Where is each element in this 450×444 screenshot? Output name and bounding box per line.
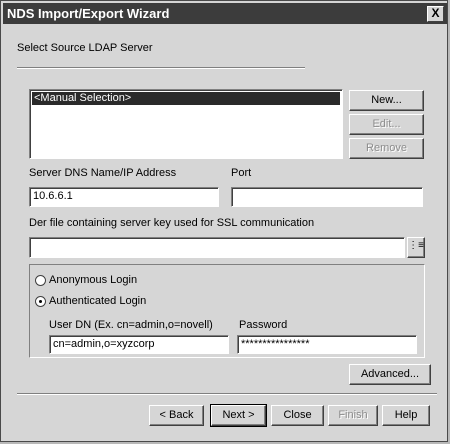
help-button[interactable]: Help (382, 405, 430, 426)
user-dn-input[interactable]: cn=admin,o=xyzcorp (49, 335, 229, 354)
advanced-button[interactable]: Advanced... (349, 364, 431, 385)
server-listbox[interactable]: <Manual Selection> (29, 89, 343, 159)
authenticated-login-radio[interactable] (35, 296, 46, 307)
ssl-der-label: Der file containing server key used for … (29, 217, 315, 229)
port-input[interactable] (231, 187, 423, 207)
remove-button[interactable]: Remove (349, 138, 424, 159)
next-button[interactable]: Next > (210, 404, 267, 427)
footer-divider (17, 393, 437, 395)
browse-icon: ⋮≡ (408, 240, 424, 251)
anonymous-login-radio[interactable] (35, 275, 46, 286)
anonymous-login-label[interactable]: Anonymous Login (49, 274, 137, 286)
authenticated-login-label[interactable]: Authenticated Login (49, 295, 146, 307)
password-input[interactable]: **************** (237, 335, 417, 354)
new-button[interactable]: New... (349, 90, 424, 111)
step-heading: Select Source LDAP Server (17, 42, 153, 54)
title-bar[interactable]: NDS Import/Export Wizard X (3, 3, 447, 24)
close-button[interactable]: Close (271, 405, 324, 426)
window-title: NDS Import/Export Wizard (7, 6, 170, 21)
ssl-der-input[interactable] (29, 237, 405, 258)
browse-button[interactable]: ⋮≡ (407, 237, 425, 258)
port-label: Port (231, 167, 252, 179)
close-icon[interactable]: X (427, 6, 444, 22)
list-item[interactable]: <Manual Selection> (32, 92, 340, 105)
server-dns-input[interactable]: 10.6.6.1 (29, 187, 219, 207)
wizard-window: NDS Import/Export Wizard X Select Source… (0, 0, 448, 442)
finish-button[interactable]: Finish (328, 405, 378, 426)
password-label: Password (239, 319, 288, 331)
heading-divider (17, 67, 305, 69)
edit-button[interactable]: Edit... (349, 114, 424, 135)
user-dn-label: User DN (Ex. cn=admin,o=novell) (49, 319, 213, 331)
server-dns-label: Server DNS Name/IP Address (29, 167, 177, 179)
back-button[interactable]: < Back (149, 405, 204, 426)
